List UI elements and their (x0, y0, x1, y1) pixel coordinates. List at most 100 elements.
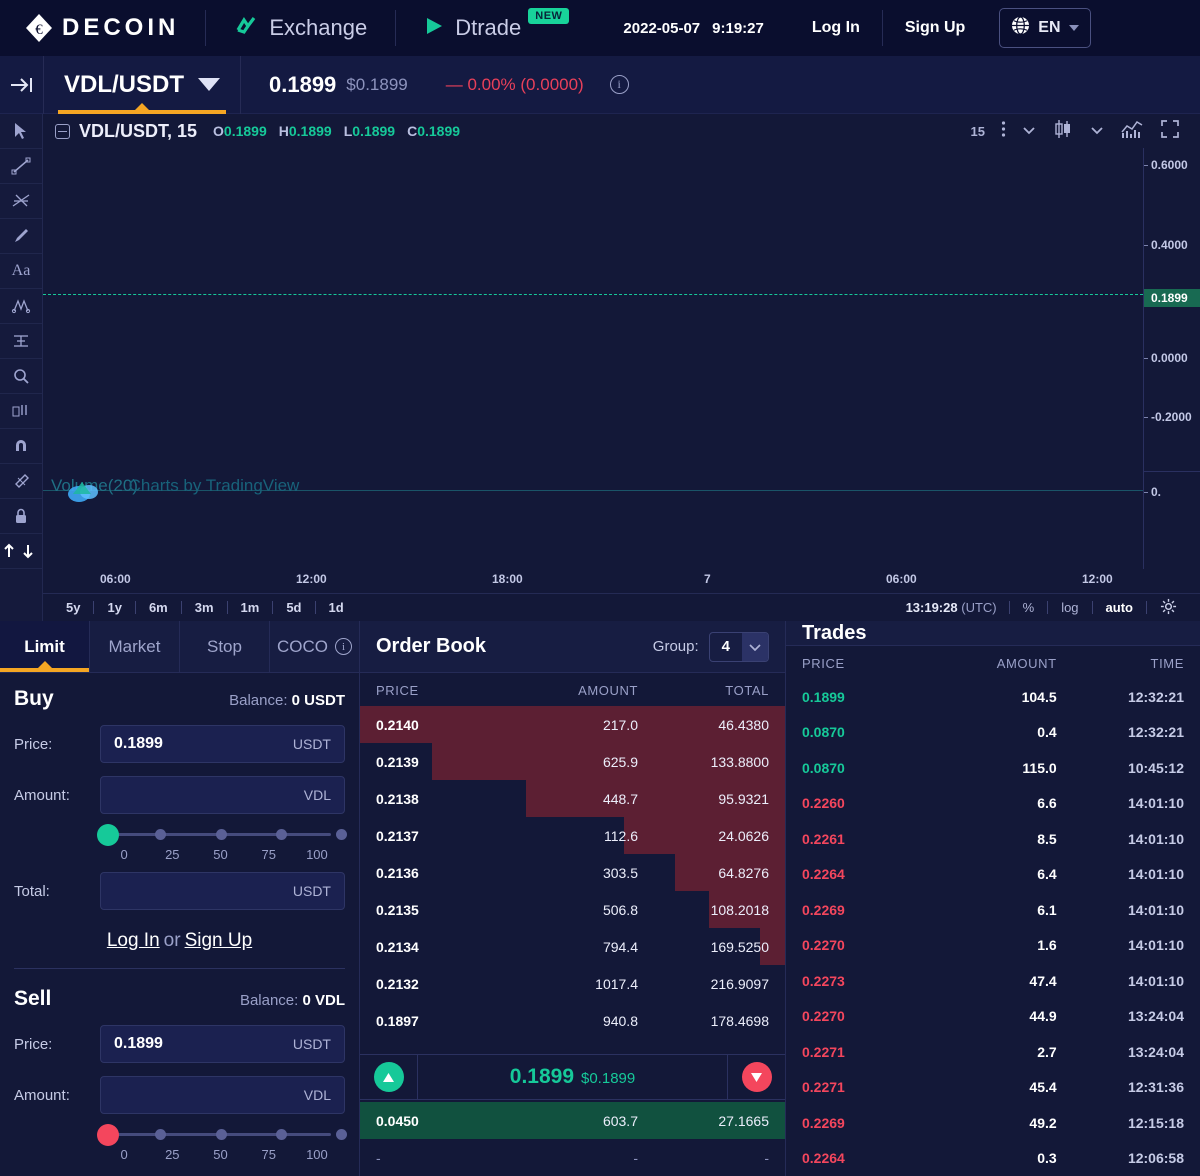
slider-track[interactable] (100, 1127, 341, 1141)
slider-step-dot[interactable] (276, 1129, 287, 1140)
trades-rows: 0.1899104.512:32:210.08700.412:32:210.08… (786, 679, 1200, 1176)
range-button-1y[interactable]: 1y (94, 600, 134, 615)
collapse-series-icon[interactable] (55, 124, 70, 139)
order-book-row[interactable]: 0.0450603.727.1665 (360, 1102, 785, 1139)
brush-icon[interactable] (0, 219, 42, 254)
drawing-toolbar: Aa (0, 114, 43, 621)
buy-price-input[interactable]: 0.1899 USDT (100, 725, 345, 763)
order-book-row[interactable]: 0.2135506.8108.2018 (360, 891, 785, 928)
chart-plot-area[interactable]: Volume(20) Charts by TradingView (43, 148, 1143, 569)
range-button-1d[interactable]: 1d (316, 600, 357, 615)
range-button-5y[interactable]: 5y (53, 600, 93, 615)
forecast-icon[interactable] (0, 324, 42, 359)
tab-market[interactable]: Market (90, 621, 180, 672)
slider-tick: 0 (100, 1147, 148, 1162)
form-signup-link[interactable]: Sign Up (185, 930, 253, 951)
new-badge: NEW (528, 8, 569, 24)
info-icon[interactable]: i (610, 75, 629, 94)
slider-tick: 50 (196, 1147, 244, 1162)
order-book-row[interactable]: 0.2136303.564.8276 (360, 854, 785, 891)
fib-retracement-icon[interactable] (0, 184, 42, 219)
order-book-row[interactable]: 0.21321017.4216.9097 (360, 965, 785, 1002)
sell-price-value: 0.1899 (114, 1035, 163, 1053)
buy-toggle-button[interactable] (360, 1054, 418, 1100)
candlestick-icon[interactable] (1052, 118, 1074, 145)
range-button-5d[interactable]: 5d (273, 600, 314, 615)
chart-clock[interactable]: 13:19:28 (UTC) (894, 600, 1009, 615)
slider-tick: 25 (148, 1147, 196, 1162)
form-login-link[interactable]: Log In (107, 930, 160, 951)
collapse-sidebar-button[interactable] (0, 56, 44, 114)
buy-amount-input[interactable]: VDL (100, 776, 345, 814)
language-selector[interactable]: EN (999, 8, 1090, 48)
fullscreen-icon[interactable] (1160, 119, 1180, 144)
trade-row: 0.226949.212:15:18 (786, 1105, 1200, 1141)
info-icon[interactable]: i (335, 638, 352, 655)
trade-price: 0.2269 (802, 1115, 929, 1131)
sell-price-input[interactable]: 0.1899 USDT (100, 1025, 345, 1063)
range-button-3m[interactable]: 3m (182, 600, 227, 615)
cursor-icon[interactable] (0, 114, 42, 149)
slider-step-dot[interactable] (276, 829, 287, 840)
y-tick: 0.0000 (1144, 351, 1200, 365)
group-select[interactable]: 4 (709, 632, 769, 662)
gear-icon[interactable] (1147, 598, 1190, 618)
slider-step-dot[interactable] (216, 829, 227, 840)
measure-icon[interactable] (0, 394, 42, 429)
slider-handle[interactable] (97, 1124, 119, 1146)
indicators-icon[interactable] (1120, 119, 1144, 144)
order-book-row[interactable]: 0.1897940.8178.4698 (360, 1002, 785, 1039)
more-options-icon[interactable] (1001, 120, 1006, 143)
slider-step-dot[interactable] (336, 1129, 347, 1140)
eraser-icon[interactable] (0, 464, 42, 499)
pair-selector[interactable]: VDL/USDT (44, 56, 241, 114)
zoom-icon[interactable] (0, 359, 42, 394)
trendline-icon[interactable] (0, 149, 42, 184)
slider-step-dot[interactable] (216, 1129, 227, 1140)
sell-toggle-button[interactable] (727, 1054, 785, 1100)
order-book-row[interactable]: 0.2138448.795.9321 (360, 780, 785, 817)
login-button[interactable]: Log In (790, 19, 882, 37)
show-hide-icon[interactable] (0, 534, 42, 569)
slider-step-dot[interactable] (155, 829, 166, 840)
order-book-row[interactable]: 0.1896214.640.6882 (360, 1039, 785, 1052)
scale-percent-button[interactable]: % (1010, 600, 1048, 615)
slider-track[interactable] (100, 827, 341, 841)
magnet-icon[interactable] (0, 429, 42, 464)
brand-name: DECOIN (62, 14, 179, 42)
chevron-down-icon[interactable] (1022, 122, 1036, 140)
order-book-row[interactable]: 0.2134794.4169.5250 (360, 928, 785, 965)
buy-percent-slider[interactable]: 0 25 50 75 100 (100, 827, 345, 862)
scale-log-button[interactable]: log (1048, 600, 1091, 615)
interval-button[interactable]: 15 (971, 124, 985, 139)
order-book-row[interactable]: 0.2139625.9133.8800 (360, 743, 785, 780)
tab-limit[interactable]: Limit (0, 621, 90, 672)
text-icon[interactable]: Aa (0, 254, 42, 289)
order-book-row[interactable]: 0.2140217.046.4380 (360, 706, 785, 743)
range-button-1m[interactable]: 1m (228, 600, 273, 615)
slider-step-dot[interactable] (155, 1129, 166, 1140)
price-axis[interactable]: 0.6000 0.4000 0.1899 0.0000 -0.2000 0. (1143, 148, 1200, 569)
nav-item-exchange[interactable]: Exchange (206, 0, 395, 56)
scale-auto-button[interactable]: auto (1093, 600, 1146, 615)
pattern-icon[interactable] (0, 289, 42, 324)
brand-logo[interactable]: € DECOIN (0, 0, 205, 56)
row-amount: 506.8 (507, 902, 638, 918)
tab-coco[interactable]: COCO i (270, 621, 359, 672)
buy-total-input[interactable]: USDT (100, 872, 345, 910)
slider-handle[interactable] (97, 824, 119, 846)
chevron-down-icon[interactable] (742, 632, 768, 662)
signup-button[interactable]: Sign Up (883, 19, 987, 37)
nav-item-dtrade[interactable]: Dtrade NEW (396, 0, 597, 56)
trade-price: 0.0870 (802, 724, 929, 740)
lock-icon[interactable] (0, 499, 42, 534)
tab-stop[interactable]: Stop (180, 621, 270, 672)
slider-step-dot[interactable] (336, 829, 347, 840)
sell-amount-input[interactable]: VDL (100, 1076, 345, 1114)
group-control: Group: 4 (653, 632, 769, 662)
chevron-down-icon[interactable] (1090, 122, 1104, 140)
range-button-6m[interactable]: 6m (136, 600, 181, 615)
sell-percent-slider[interactable]: 0 25 50 75 100 (100, 1127, 345, 1162)
order-book-row[interactable]: 0.2137112.624.0626 (360, 817, 785, 854)
triangle-down-icon (742, 1062, 772, 1092)
